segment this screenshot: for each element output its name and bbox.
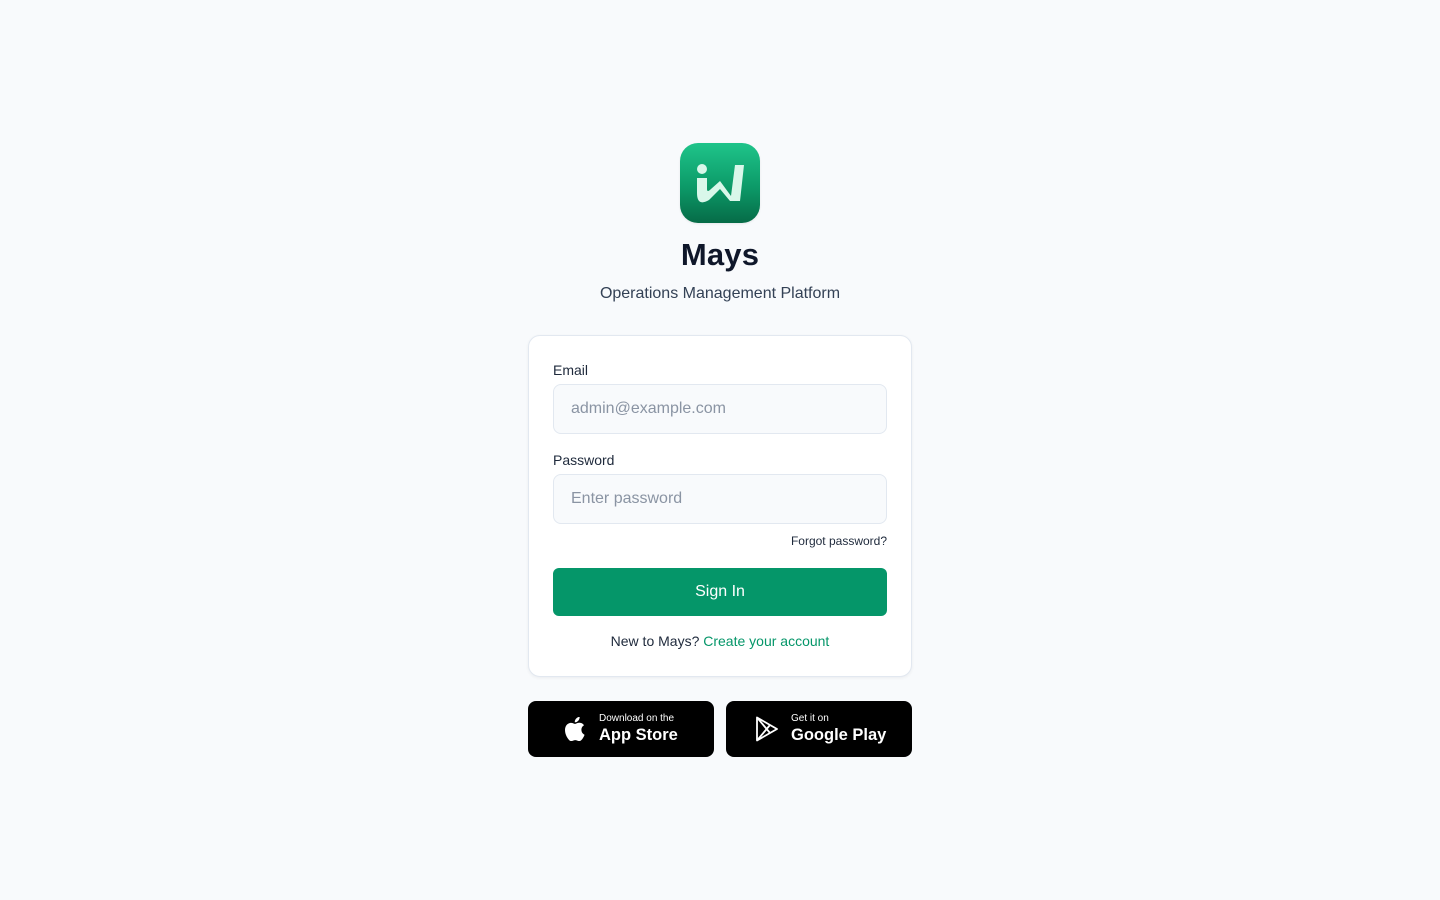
mays-logo-icon xyxy=(680,143,760,223)
app-store-label: App Store xyxy=(599,726,678,745)
google-play-small-text: Get it on xyxy=(791,713,829,725)
google-play-icon xyxy=(755,716,779,742)
google-play-button[interactable]: Get it on Google Play xyxy=(726,701,912,757)
app-store-text: Download on the App Store xyxy=(599,714,678,744)
app-name: Mays xyxy=(680,237,760,272)
store-buttons: Download on the App Store Get it on Goog… xyxy=(528,701,912,757)
login-page: Mays Operations Management Platform Emai… xyxy=(0,0,1440,900)
tagline: Operations Management Platform xyxy=(599,285,841,302)
app-store-button[interactable]: Download on the App Store xyxy=(528,701,714,757)
create-account-link[interactable]: Create your account xyxy=(703,633,829,649)
google-play-text: Get it on Google Play xyxy=(791,714,886,744)
forgot-password-link[interactable]: Forgot password? xyxy=(791,534,887,548)
password-field[interactable] xyxy=(553,474,887,524)
email-field[interactable] xyxy=(553,384,887,434)
app-store-small-text: Download on the xyxy=(599,713,675,725)
google-play-label: Google Play xyxy=(791,726,887,745)
email-label: Email xyxy=(553,362,589,378)
sign-in-button[interactable]: Sign In xyxy=(553,568,887,616)
signup-row: New to Mays? Create your account xyxy=(529,633,911,649)
signup-prompt: New to Mays? xyxy=(610,633,700,649)
login-card: Email Password Forgot password? Sign In … xyxy=(528,335,912,677)
apple-icon xyxy=(564,717,586,741)
password-label: Password xyxy=(553,452,615,468)
brand-header: Mays Operations Management Platform xyxy=(0,143,1440,303)
